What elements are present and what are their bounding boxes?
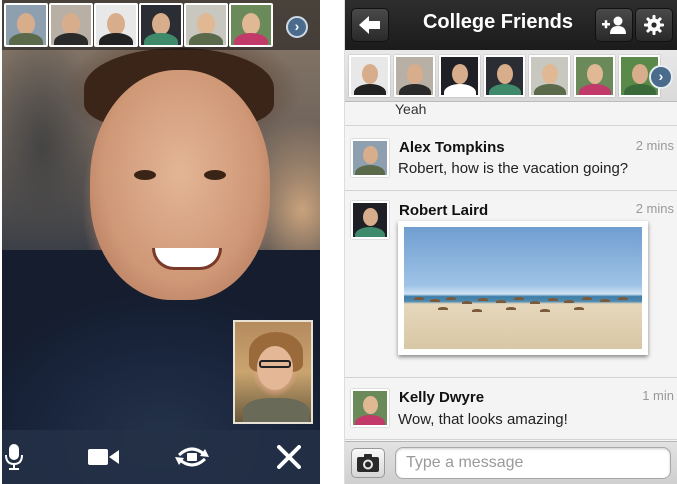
navigation-bar: College Friends: [345, 0, 677, 50]
message-timestamp: 2 mins: [635, 201, 674, 216]
participant-avatar[interactable]: [4, 3, 48, 47]
participant-avatar[interactable]: [574, 54, 615, 97]
participant-avatar[interactable]: [529, 54, 570, 97]
close-icon: [277, 445, 301, 469]
message-divider: [345, 190, 677, 191]
more-participants-arrow-icon[interactable]: ›: [649, 65, 673, 89]
avatar[interactable]: [351, 139, 389, 177]
message-text: Wow, that looks amazing!: [398, 411, 568, 428]
group-chat-screen: College Friends › Yeah Alex Tompkins 2 m…: [344, 0, 677, 484]
beach-photo: [404, 227, 642, 349]
call-controls-bar: [2, 430, 320, 484]
previous-message-text: Yeah: [395, 103, 427, 117]
participant-avatar[interactable]: [349, 54, 390, 97]
message-divider: [345, 377, 677, 378]
nav-right-group: [595, 8, 673, 42]
message-text: Robert, how is the vacation going?: [398, 160, 629, 177]
attach-photo-button[interactable]: [351, 448, 385, 478]
message-divider: [345, 125, 677, 126]
participant-avatar[interactable]: [229, 3, 273, 47]
switch-camera-button[interactable]: [172, 430, 212, 484]
message-list[interactable]: Yeah Alex Tompkins 2 mins Robert, how is…: [345, 103, 677, 441]
microphone-icon: [5, 444, 23, 470]
mute-button[interactable]: [2, 430, 26, 484]
camera-icon: [357, 454, 379, 472]
participant-strip: [2, 0, 320, 50]
message-sender[interactable]: Robert Laird: [399, 202, 488, 219]
participant-strip: [345, 50, 677, 102]
message-timestamp: 2 mins: [635, 138, 674, 153]
message-input[interactable]: [395, 447, 671, 479]
video-toggle-button[interactable]: [86, 430, 122, 484]
more-participants-arrow-icon[interactable]: ›: [286, 16, 308, 38]
page-title: College Friends: [422, 11, 574, 33]
participant-avatar[interactable]: [484, 54, 525, 97]
participant-avatar[interactable]: [49, 3, 93, 47]
participant-avatar[interactable]: [184, 3, 228, 47]
end-call-button[interactable]: [272, 430, 306, 484]
video-call-screen: ›: [2, 0, 320, 484]
remote-video-eye: [204, 170, 226, 180]
participant-avatar[interactable]: [94, 3, 138, 47]
participant-avatar[interactable]: [394, 54, 435, 97]
add-person-button[interactable]: [595, 8, 633, 42]
message-sender[interactable]: Alex Tompkins: [399, 139, 505, 156]
switch-camera-icon: [175, 447, 209, 467]
message-timestamp: 1 min: [642, 388, 674, 403]
remote-video-smile: [152, 248, 222, 270]
self-video-preview[interactable]: [233, 320, 313, 424]
photo-attachment[interactable]: [398, 221, 648, 355]
back-button[interactable]: [351, 8, 389, 42]
settings-button[interactable]: [635, 8, 673, 42]
video-camera-icon: [88, 449, 119, 465]
message-composer: [345, 441, 677, 484]
avatar[interactable]: [351, 201, 389, 239]
avatar[interactable]: [351, 389, 389, 427]
message-sender[interactable]: Kelly Dwyre: [399, 389, 484, 406]
message-divider: [345, 439, 677, 440]
gear-icon: [644, 15, 664, 35]
participant-avatar[interactable]: [439, 54, 480, 97]
participant-avatar[interactable]: [139, 3, 183, 47]
remote-video-eye: [134, 170, 156, 180]
back-arrow-icon: [359, 16, 380, 34]
add-person-icon: [602, 16, 626, 34]
